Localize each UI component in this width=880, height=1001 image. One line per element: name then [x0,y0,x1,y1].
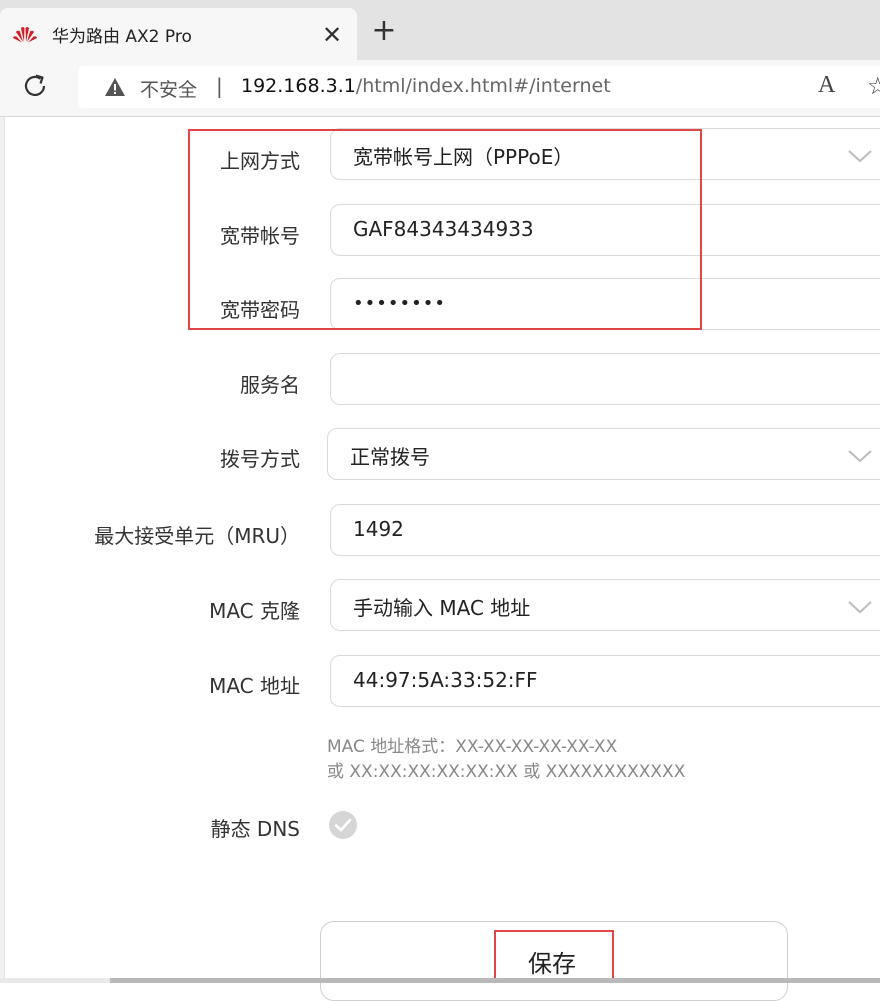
connection-type-value: 宽带帐号上网（PPPoE） [353,145,574,169]
mru-label: 最大接受单元（MRU） [94,524,300,548]
save-button-label[interactable]: 保存 [528,944,576,979]
static-dns-checkbox[interactable] [328,810,358,840]
warning-icon[interactable] [104,77,126,97]
reload-icon[interactable] [20,71,50,101]
mac-address-value: 44:97:5A:33:52:FF [353,668,538,692]
mac-format-hint: MAC 地址格式：XX-XX-XX-XX-XX-XX [327,737,618,757]
favorite-star-icon[interactable]: ☆ [867,72,880,100]
huawei-logo-icon [13,27,37,43]
close-tab-icon[interactable]: ✕ [318,21,346,49]
url-path: /html/index.html#/internet [355,75,611,97]
chevron-down-icon[interactable] [847,445,873,467]
mru-input[interactable]: 1492 [330,504,880,556]
service-name-label: 服务名 [240,373,300,397]
url-divider: | [216,74,223,98]
mac-format-hint-alt: 或 XX:XX:XX:XX:XX:XX 或 XXXXXXXXXXXX [327,762,686,782]
password-value: •••••••• [353,293,446,314]
mac-address-label: MAC 地址 [209,674,300,698]
mac-clone-value: 手动输入 MAC 地址 [353,596,531,620]
new-tab-button[interactable]: + [368,15,400,47]
connection-type-label: 上网方式 [220,149,300,173]
mac-address-input[interactable]: 44:97:5A:33:52:FF [330,655,880,707]
scrollbar-thumb[interactable] [110,978,880,983]
connection-type-select[interactable]: 宽带帐号上网（PPPoE） [330,128,880,180]
service-name-input[interactable] [330,353,880,405]
dial-mode-select[interactable]: 正常拨号 [327,428,880,480]
mac-clone-label: MAC 克隆 [209,599,300,623]
mac-clone-select[interactable]: 手动输入 MAC 地址 [330,579,880,631]
chevron-down-icon[interactable] [847,596,873,618]
account-input[interactable]: GAF84343434933 [330,204,880,256]
dial-mode-label: 拨号方式 [220,447,300,471]
url-host: 192.168.3.1 [241,75,356,97]
browser-toolbar: 不安全 | 192.168.3.1/html/index.html#/inter… [0,60,880,117]
password-input[interactable]: •••••••• [330,278,880,330]
mru-value: 1492 [353,517,404,541]
chevron-down-icon[interactable] [847,145,873,167]
page-left-edge [0,117,5,983]
account-value: GAF84343434933 [353,217,534,241]
address-bar[interactable]: 不安全 | 192.168.3.1/html/index.html#/inter… [78,66,880,108]
dial-mode-value: 正常拨号 [350,445,430,469]
static-dns-label: 静态 DNS [210,817,300,841]
read-aloud-icon[interactable]: A [818,72,835,99]
account-label: 宽带帐号 [220,224,300,248]
browser-tab[interactable]: 华为路由 AX2 Pro ✕ [0,8,357,60]
tab-strip: 华为路由 AX2 Pro ✕ + [0,0,880,60]
url-text[interactable]: 192.168.3.1/html/index.html#/internet [241,75,611,97]
tab-title: 华为路由 AX2 Pro [52,27,192,47]
security-status[interactable]: 不安全 [140,75,197,102]
password-label: 宽带密码 [220,298,300,322]
